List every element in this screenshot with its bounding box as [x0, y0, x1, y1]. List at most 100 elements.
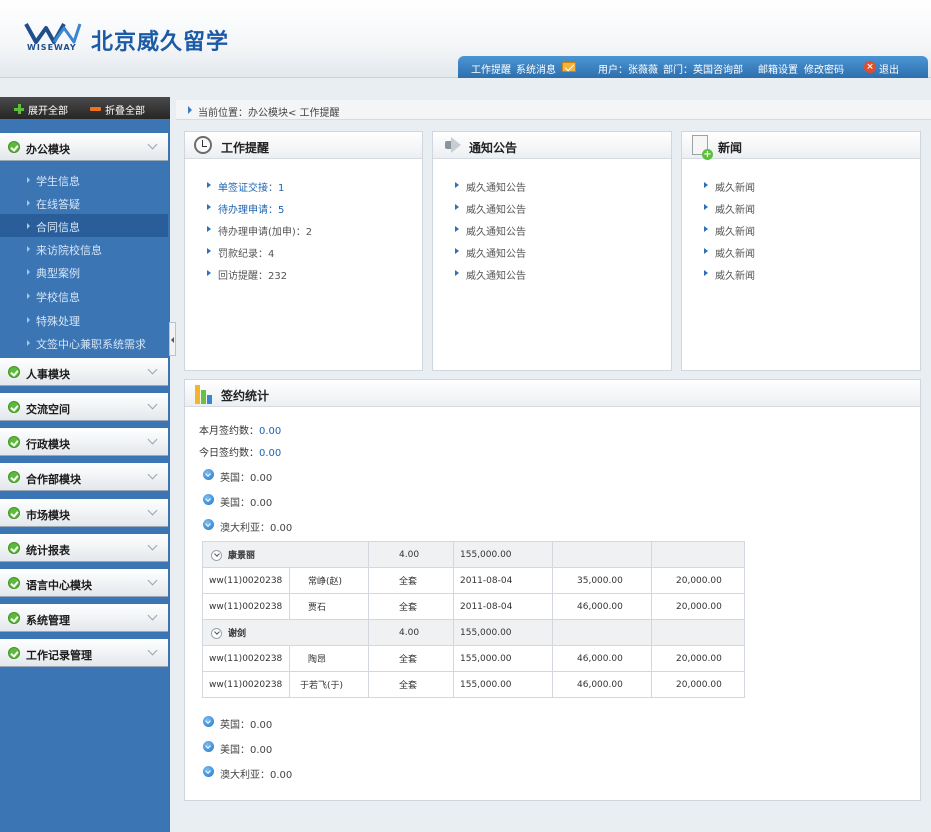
notice-item-label[interactable]: 威久通知公告: [466, 245, 526, 260]
menu-partner-module[interactable]: 合作部模块: [0, 463, 168, 491]
table-row[interactable]: ww(11)0020238 贾石 全套 2011-08-04 46,000.00…: [202, 593, 745, 620]
amount-paid: 20,000.00: [651, 671, 745, 698]
empty-cell: [552, 541, 652, 568]
news-item-label[interactable]: 威久新闻: [715, 179, 755, 194]
expand-circle-icon[interactable]: [203, 469, 214, 480]
reminder-item-label[interactable]: 单签证交接：1: [218, 179, 284, 194]
news-item-label[interactable]: 威久新闻: [715, 223, 755, 238]
megaphone-icon: [443, 137, 461, 153]
expand-circle-icon[interactable]: [203, 766, 214, 777]
arrow-right-icon: [27, 177, 30, 183]
expand-circle-icon[interactable]: [203, 741, 214, 752]
group-name-cell[interactable]: 康景丽: [202, 541, 369, 568]
work-reminder-link[interactable]: 工作提醒: [471, 61, 511, 76]
sidebar-item-online-qa[interactable]: 在线答疑: [0, 191, 168, 214]
student-name: 常峥(赵): [289, 567, 369, 594]
chevron-down-icon: [147, 540, 158, 551]
news-item-label[interactable]: 威久新闻: [715, 267, 755, 282]
panel-header: 通知公告: [433, 132, 671, 159]
table-group-row[interactable]: 康景丽 4.00 155,000.00: [202, 541, 745, 568]
menu-work-records[interactable]: 工作记录管理: [0, 639, 168, 667]
expand-circle-icon[interactable]: [203, 494, 214, 505]
sidebar-item-typical-cases[interactable]: 典型案例: [0, 260, 168, 283]
sidebar-item-special-handling[interactable]: 特殊处理: [0, 308, 168, 331]
table-row[interactable]: ww(11)0020238 于若飞(于) 全套 155,000.00 46,00…: [202, 671, 745, 698]
table-row[interactable]: ww(11)0020238 常峥(赵) 全套 2011-08-04 35,000…: [202, 567, 745, 594]
menu-marketing-module[interactable]: 市场模块: [0, 499, 168, 527]
breadcrumb-text: 当前位置：办公模块< 工作提醒: [198, 108, 340, 119]
package-type: 全套: [368, 671, 454, 698]
menu-statistics-reports[interactable]: 统计报表: [0, 534, 168, 562]
student-name: 于若飞(于): [289, 671, 369, 698]
sidebar-item-school-info[interactable]: 学校信息: [0, 284, 168, 307]
arrow-right-icon: [207, 226, 211, 232]
news-item-label[interactable]: 威久新闻: [715, 201, 755, 216]
check-circle-icon: [8, 401, 20, 413]
arrow-right-icon: [27, 317, 30, 323]
today-sign-count: 今日签约数：0.00: [199, 444, 281, 459]
chevron-down-icon: [147, 645, 158, 656]
notice-item-label[interactable]: 威久通知公告: [466, 267, 526, 282]
logout-icon[interactable]: ×: [864, 61, 876, 73]
reminder-item-label[interactable]: 待办理申请(加申)：2: [218, 223, 312, 238]
collapse-all-button[interactable]: 折叠全部: [105, 102, 145, 117]
sign-amount: 155,000.00: [453, 645, 553, 672]
collapse-toggle-icon[interactable]: [211, 550, 222, 561]
table-row[interactable]: ww(11)0020238 陶昂 全套 155,000.00 46,000.00…: [202, 645, 745, 672]
sidebar-item-contract-info[interactable]: 合同信息: [0, 214, 168, 237]
system-messages-link[interactable]: 系统消息: [516, 61, 556, 76]
sidebar-collapse-handle[interactable]: [169, 322, 176, 356]
logout-link[interactable]: 退出: [879, 61, 899, 76]
menu-label: 市场模块: [26, 509, 70, 522]
sidebar-item-label: 文签中心兼职系统需求: [36, 338, 146, 351]
student-name: 贾石: [289, 593, 369, 620]
bar-chart-icon: [195, 383, 217, 404]
today-sign-label: 今日签约数：: [199, 448, 259, 459]
sidebar-item-visa-center-parttime[interactable]: 文签中心兼职系统需求: [0, 331, 168, 354]
menu-admin-module[interactable]: 行政模块: [0, 428, 168, 456]
mail-settings-link[interactable]: 邮箱设置: [758, 61, 798, 76]
menu-label: 语言中心模块: [26, 579, 92, 592]
menu-system-management[interactable]: 系统管理: [0, 604, 168, 632]
group-total: 155,000.00: [453, 619, 553, 646]
sidebar-item-student-info[interactable]: 学生信息: [0, 168, 168, 191]
user-toolbar: 工作提醒 系统消息 用户：张薇薇 部门：英国咨询部 邮箱设置 修改密码 × 退出: [458, 56, 928, 78]
mail-icon[interactable]: [562, 62, 576, 72]
arrow-right-icon: [704, 182, 708, 188]
arrow-right-icon: [27, 293, 30, 299]
expand-all-icon[interactable]: [14, 104, 24, 114]
table-group-row[interactable]: 谢剑 4.00 155,000.00: [202, 619, 745, 646]
arrow-right-icon: [27, 340, 30, 346]
panel-title: 签约统计: [221, 389, 270, 403]
sidebar-item-visiting-schools[interactable]: 来访院校信息: [0, 237, 168, 260]
check-circle-icon: [8, 141, 20, 153]
menu-label: 系统管理: [26, 614, 70, 627]
check-circle-icon: [8, 366, 20, 378]
notice-item-label[interactable]: 威久通知公告: [466, 179, 526, 194]
change-password-link[interactable]: 修改密码: [804, 61, 844, 76]
collapse-all-icon[interactable]: [90, 107, 101, 111]
menu-communication-space[interactable]: 交流空间: [0, 393, 168, 421]
news-item-label[interactable]: 威久新闻: [715, 245, 755, 260]
notice-item-label[interactable]: 威久通知公告: [466, 201, 526, 216]
menu-hr-module[interactable]: 人事模块: [0, 358, 168, 386]
menu-office-module[interactable]: 办公模块: [0, 133, 168, 161]
menu-label: 办公模块: [26, 143, 70, 156]
notice-item-label[interactable]: 威久通知公告: [466, 223, 526, 238]
expand-all-button[interactable]: 展开全部: [28, 102, 68, 117]
check-circle-icon: [8, 542, 20, 554]
menu-label: 合作部模块: [26, 473, 81, 486]
package-type: 全套: [368, 567, 454, 594]
expand-circle-icon[interactable]: [203, 716, 214, 727]
collapse-toggle-icon[interactable]: [211, 628, 222, 639]
chevron-down-icon: [147, 610, 158, 621]
arrow-right-icon: [704, 204, 708, 210]
reminder-item-label[interactable]: 罚款纪录：4: [218, 245, 274, 260]
menu-language-center[interactable]: 语言中心模块: [0, 569, 168, 597]
reminder-item-label[interactable]: 待办理申请：5: [218, 201, 284, 216]
reminder-item-label[interactable]: 回访提醒：232: [218, 267, 287, 282]
contract-code: ww(11)0020238: [202, 593, 290, 620]
menu-label: 工作记录管理: [26, 649, 92, 662]
expand-circle-icon[interactable]: [203, 519, 214, 530]
group-name-cell[interactable]: 谢剑: [202, 619, 369, 646]
